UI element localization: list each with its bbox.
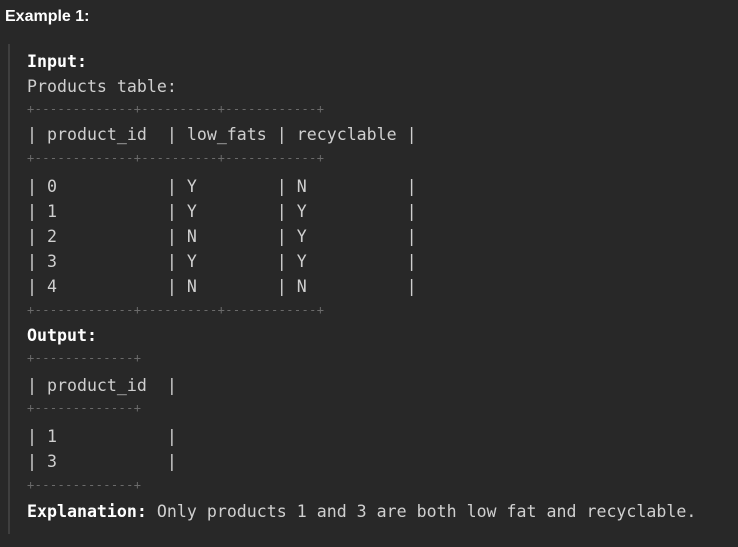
explanation-text: Only products 1 and 3 are both low fat a… — [146, 502, 697, 521]
output-table-bottom-border: +-------------+ — [27, 478, 142, 492]
input-table-header-row: | product_id | low_fats | recyclable | — [27, 125, 417, 144]
output-table-header-row: | product_id | — [27, 376, 177, 395]
table-row: | 1 | Y | Y | — [27, 202, 417, 221]
input-label: Input: — [27, 52, 87, 71]
example-page: Example 1: Input: Products table: +-----… — [0, 0, 738, 547]
table-name: Products table: — [27, 77, 177, 96]
example-heading: Example 1: — [5, 8, 90, 25]
table-row: | 0 | Y | N | — [27, 177, 417, 196]
table-row: | 3 | Y | Y | — [27, 252, 417, 271]
output-label: Output: — [27, 326, 97, 345]
explanation-line: Explanation: Only products 1 and 3 are b… — [27, 499, 696, 524]
table-row: | 2 | N | Y | — [27, 227, 417, 246]
example-code-block: Input: Products table: +-------------+--… — [8, 44, 738, 534]
table-row: | 1 | — [27, 427, 177, 446]
output-table-header-border: +-------------+ — [27, 401, 142, 415]
table-row: | 3 | — [27, 452, 177, 471]
table-row: | 4 | N | N | — [27, 277, 417, 296]
input-table-bottom-border: +-------------+----------+------------+ — [27, 303, 325, 317]
input-table-top-border: +-------------+----------+------------+ — [27, 102, 325, 116]
input-table-header-border: +-------------+----------+------------+ — [27, 151, 325, 165]
explanation-label: Explanation: — [27, 502, 147, 521]
output-table-top-border: +-------------+ — [27, 351, 142, 365]
